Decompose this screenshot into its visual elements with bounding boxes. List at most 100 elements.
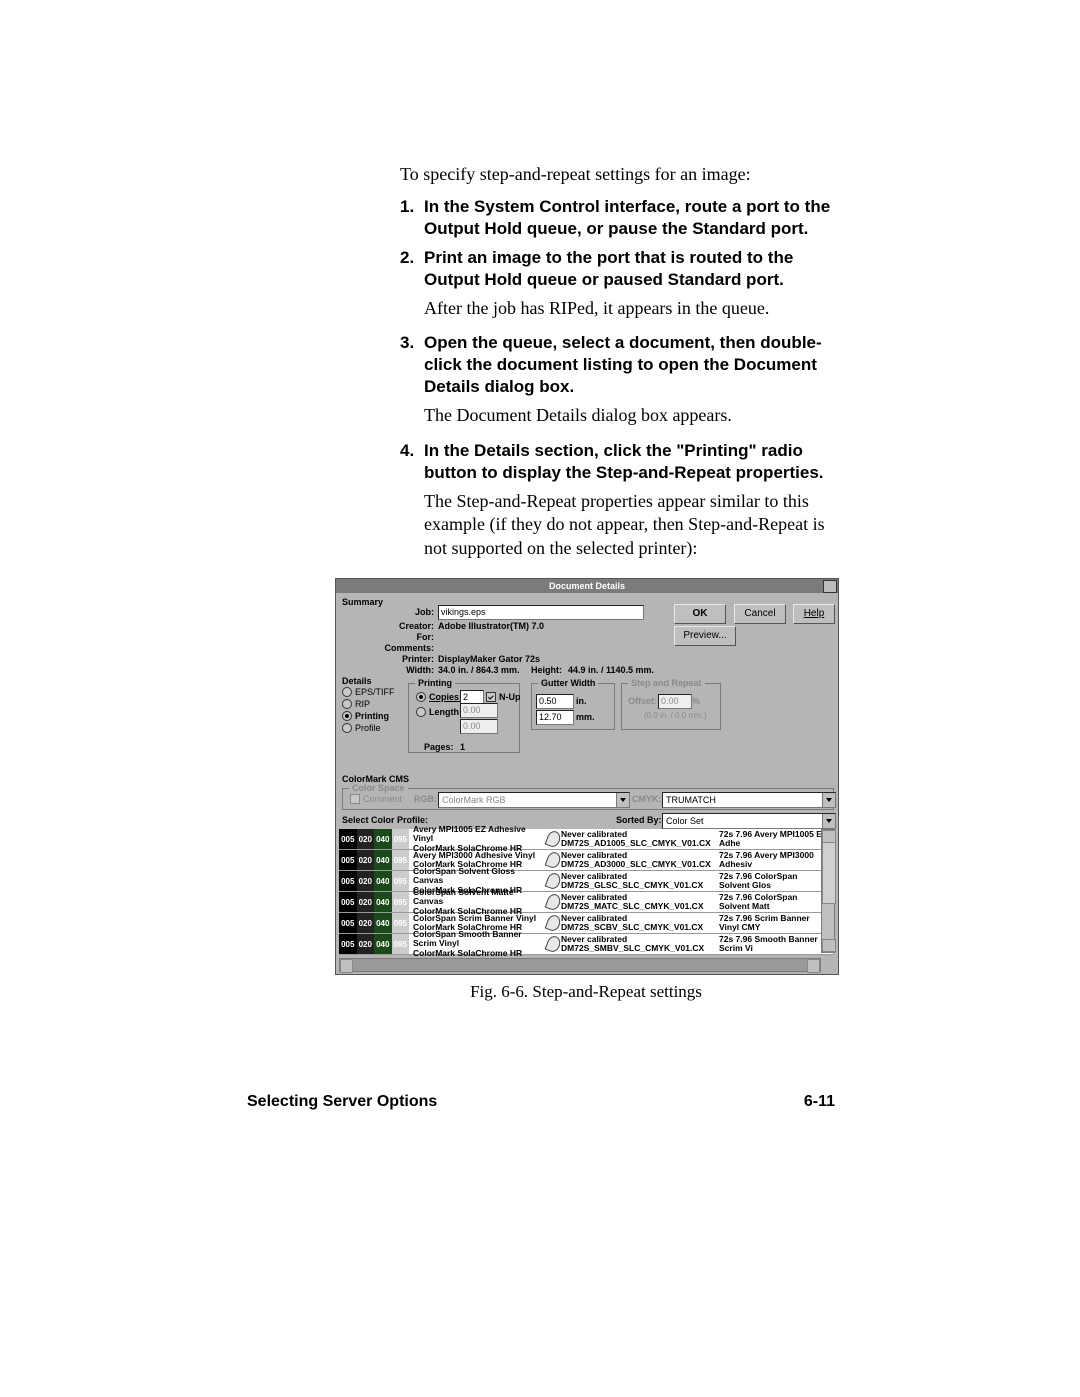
for-label: For: [414,632,434,642]
swatch-icon: 005020040095 [339,850,409,870]
leaf-icon [545,829,563,848]
gutter-in-field[interactable]: 0.50 [536,694,574,709]
help-button[interactable]: Help [793,604,835,624]
profile-name: ColorSpan Solvent Matte CanvasColorMark … [409,892,547,912]
comment-checkbox[interactable]: Comment [350,794,402,804]
step-4: 4. In the Details section, click the "Pr… [400,440,840,484]
leaf-icon [545,850,563,869]
profile-colorset: 72s 7.96 Scrim Banner Vinyl CMY [715,913,833,933]
scroll-down-icon[interactable] [822,939,836,952]
dialog-title: Document Details [549,581,625,591]
step-number: 3. [400,332,424,398]
profile-calibration: Never calibratedDM72S_SMBV_SLC_CMYK_V01.… [547,934,715,954]
profile-colorset: 72s 7.96 ColorSpan Solvent Glos [715,871,833,891]
steprepeat-group-label: Step and Repeat [628,678,705,688]
profile-calibration: Never calibratedDM72S_MATC_SLC_CMYK_V01.… [547,892,715,912]
rgb-label: RGB: [414,794,437,804]
offset-unit: % [692,696,700,706]
comments-label: Comments: [376,643,434,653]
profile-calibration: Never calibratedDM72S_AD1005_SLC_CMYK_V0… [547,829,715,849]
sorted-by-dropdown[interactable]: Color Set [662,813,836,829]
step-text: In the Details section, click the "Print… [424,440,840,484]
table-row[interactable]: 005020040095ColorSpan Smooth Banner Scri… [339,934,833,955]
leaf-icon [545,934,563,953]
step-2-after: After the job has RIPed, it appears in t… [424,297,840,320]
length-in-field[interactable]: 0.00 [460,703,498,718]
leaf-icon [545,913,563,932]
horizontal-scrollbar[interactable] [339,958,821,972]
preview-button-overlay[interactable]: Preview... [674,626,736,646]
scroll-thumb[interactable] [822,842,836,904]
ok-button[interactable]: OK [674,604,726,624]
page-footer: Selecting Server Options 6-11 [247,1093,835,1111]
step-2: 2. Print an image to the port that is ro… [400,247,840,291]
intro-paragraph: To specify step-and-repeat settings for … [400,163,840,186]
cancel-button[interactable]: Cancel [734,604,786,624]
details-label: Details [342,676,372,686]
chevron-down-icon [822,793,835,807]
gutter-mm-field[interactable]: 12.70 [536,710,574,725]
step-4-after: The Step-and-Repeat properties appear si… [424,490,840,560]
chevron-down-icon [822,814,835,828]
printer-value: DisplayMaker Gator 72s [438,654,540,664]
profile-colorset: 72s 7.96 ColorSpan Solvent Matt [715,892,833,912]
footer-left: Selecting Server Options [247,1093,437,1111]
swatch-icon: 005020040095 [339,829,409,849]
height-value: 44.9 in. / 1140.5 mm. [568,665,654,675]
vertical-scrollbar[interactable] [821,829,835,953]
pages-value: 1 [460,742,465,752]
swatch-icon: 005020040095 [339,871,409,891]
nup-checkbox[interactable]: N-Up [486,692,521,702]
leaf-icon [545,871,563,890]
printer-label: Printer: [392,654,434,664]
leaf-icon [545,892,563,911]
step-number: 4. [400,440,424,484]
step-text: In the System Control interface, route a… [424,196,840,240]
instruction-text: To specify step-and-repeat settings for … [400,163,840,572]
gutter-in-label: in. [576,696,587,706]
radio-rip[interactable]: RIP [342,699,370,709]
table-row[interactable]: 005020040095ColorSpan Solvent Matte Canv… [339,892,833,913]
pages-label: Pages: [424,742,454,752]
offset-note: (0.0 in. / 0.0 mm.) [644,711,707,720]
radio-length[interactable]: Length: [416,707,462,717]
step-number: 1. [400,196,424,240]
swatch-icon: 005020040095 [339,913,409,933]
profile-calibration: Never calibratedDM72S_SCBV_SLC_CMYK_V01.… [547,913,715,933]
dialog-titlebar[interactable]: Document Details [336,579,838,593]
height-label: Height: [531,665,562,675]
scroll-right-icon[interactable] [807,959,820,973]
radio-printing[interactable]: Printing [342,711,389,721]
width-label: Width: [396,665,434,675]
swatch-icon: 005020040095 [339,892,409,912]
footer-right: 6-11 [804,1093,835,1111]
document-details-dialog: Document Details Summary Job: vikings.ep… [335,578,839,975]
colorspace-label: Color Space [349,783,408,793]
profile-name: ColorSpan Smooth Banner Scrim VinylColor… [409,934,547,954]
table-row[interactable]: 005020040095Avery MPI1005 EZ Adhesive Vi… [339,829,833,850]
width-value: 34.0 in. / 864.3 mm. [438,665,520,675]
cmyk-label: CMYK: [632,794,662,804]
length-mm-field[interactable]: 0.00 [460,719,498,734]
swatch-icon: 005020040095 [339,934,409,954]
gutter-mm-label: mm. [576,712,595,722]
close-icon[interactable] [823,580,837,593]
profile-table[interactable]: 005020040095Avery MPI1005 EZ Adhesive Vi… [339,829,833,955]
creator-label: Creator: [386,621,434,631]
job-field[interactable]: vikings.eps [438,605,644,620]
radio-eps-tiff[interactable]: EPS/TIFF [342,687,395,697]
profile-calibration: Never calibratedDM72S_AD3000_SLC_CMYK_V0… [547,850,715,870]
rgb-dropdown[interactable]: ColorMark RGB [438,792,630,808]
sorted-by-label: Sorted By: [616,815,662,825]
profile-colorset: 72s 7.96 Avery MPI1005 EZ Adhe [715,829,833,849]
scroll-left-icon[interactable] [340,959,353,973]
profile-calibration: Never calibratedDM72S_GLSC_SLC_CMYK_V01.… [547,871,715,891]
cmyk-dropdown[interactable]: TRUMATCH [662,792,836,808]
summary-label: Summary [342,597,383,607]
offset-field[interactable]: 0.00 [658,694,692,709]
profile-name: Avery MPI1005 EZ Adhesive VinylColorMark… [409,829,547,849]
radio-copies[interactable]: Copies: [416,692,462,702]
step-3-after: The Document Details dialog box appears. [424,404,840,427]
printing-group-label: Printing [415,678,455,688]
radio-profile[interactable]: Profile [342,723,381,733]
